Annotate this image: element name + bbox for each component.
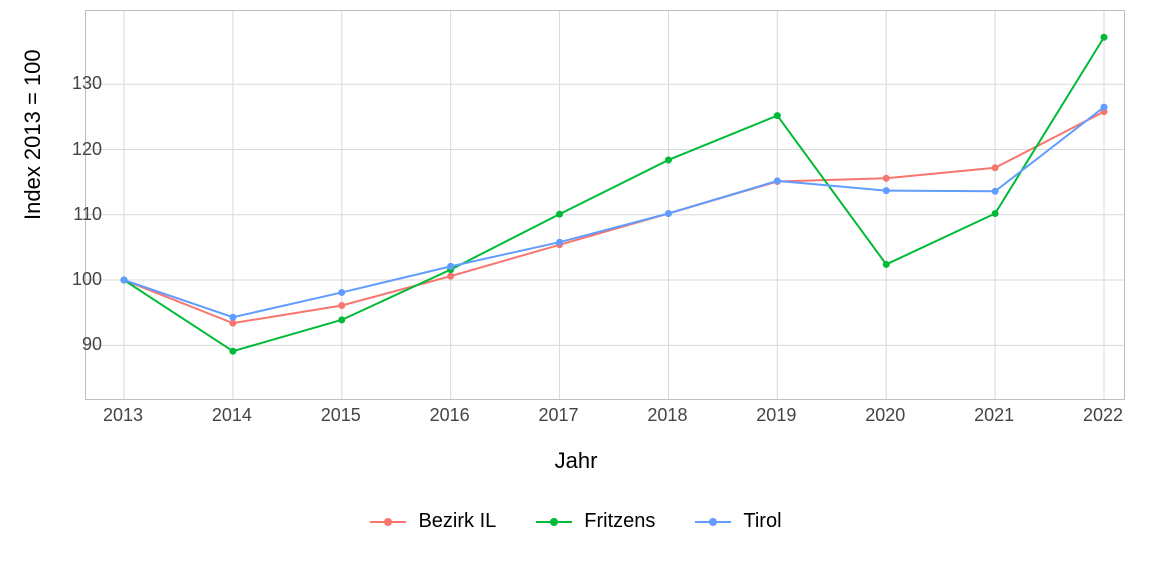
y-tick: 100 <box>62 270 102 288</box>
legend-label: Tirol <box>743 510 781 533</box>
x-tick: 2018 <box>637 406 697 424</box>
x-tick: 2017 <box>529 406 589 424</box>
x-tick: 2013 <box>93 406 153 424</box>
x-tick: 2021 <box>964 406 1024 424</box>
x-tick: 2015 <box>311 406 371 424</box>
y-tick: 110 <box>62 205 102 223</box>
plot-svg <box>86 11 1124 399</box>
chart-container: Index 2013 = 100 2013 2014 2015 2016 2017 201… <box>0 0 1152 576</box>
y-axis-label: Index 2013 = 100 <box>20 49 46 220</box>
y-tick: 130 <box>62 74 102 92</box>
legend: Bezirk IL Fritzens Tirol <box>0 510 1152 533</box>
y-tick: 90 <box>62 335 102 353</box>
legend-label: Fritzens <box>584 510 655 533</box>
legend-swatch <box>536 521 572 523</box>
x-tick: 2016 <box>420 406 480 424</box>
legend-item: Tirol <box>695 510 781 533</box>
legend-label: Bezirk IL <box>418 510 496 533</box>
legend-item: Fritzens <box>536 510 655 533</box>
legend-swatch <box>370 521 406 523</box>
legend-swatch <box>695 521 731 523</box>
x-tick: 2019 <box>746 406 806 424</box>
y-tick: 120 <box>62 140 102 158</box>
plot-area <box>85 10 1125 400</box>
x-axis-label: Jahr <box>0 448 1152 474</box>
x-tick: 2020 <box>855 406 915 424</box>
x-tick: 2022 <box>1073 406 1133 424</box>
legend-item: Bezirk IL <box>370 510 496 533</box>
x-tick: 2014 <box>202 406 262 424</box>
